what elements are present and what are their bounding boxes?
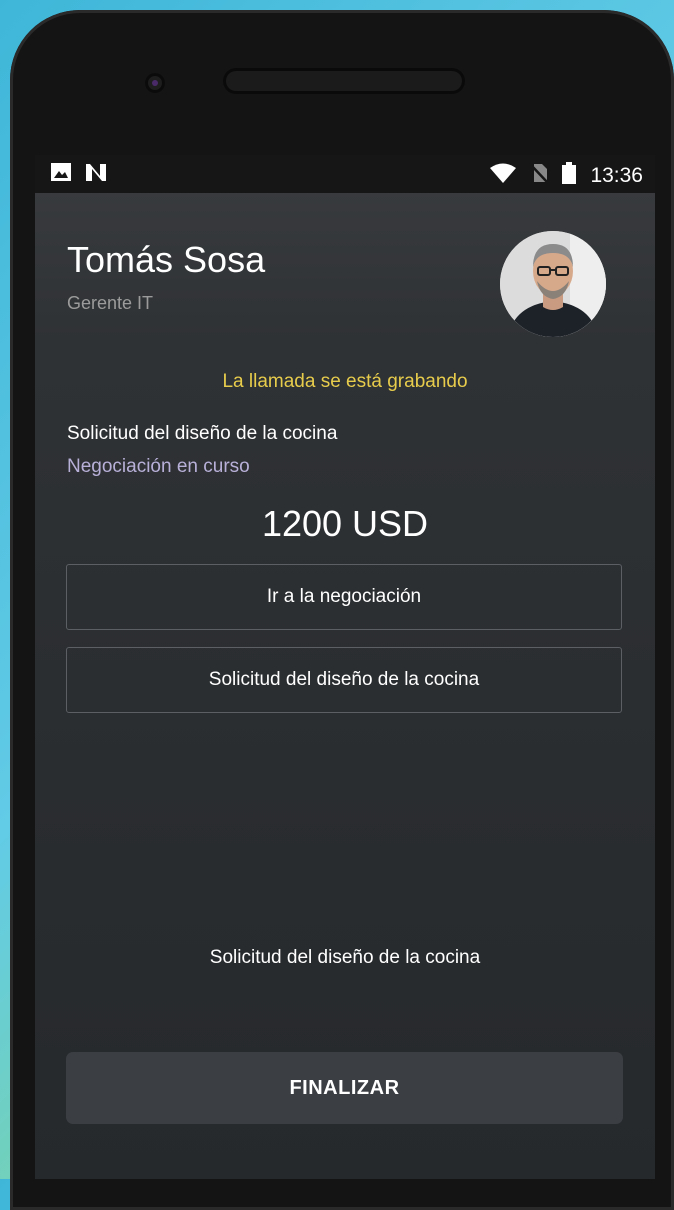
image-icon (51, 163, 71, 187)
avatar (500, 231, 606, 337)
deal-status: Negociación en curso (67, 456, 250, 477)
call-caption: Solicitud del diseño de la cocina (209, 947, 481, 968)
request-button[interactable]: Solicitud del diseño de la cocina (66, 647, 622, 713)
no-sim-icon (530, 163, 549, 189)
status-bar: 13:36 (35, 155, 655, 193)
screen: 13:36 Tomás Sosa Gerente IT La llamada s… (35, 155, 655, 1179)
wifi-icon (490, 163, 517, 189)
finish-button[interactable]: FINALIZAR (66, 1052, 623, 1124)
contact-role: Gerente IT (67, 293, 154, 313)
status-time: 13:36 (590, 164, 643, 187)
deal-title: Solicitud del diseño de la cocina (67, 423, 338, 444)
contact-name: Tomás Sosa (67, 239, 266, 280)
deal-amount: 1200 USD (261, 503, 429, 544)
n-icon (85, 163, 107, 187)
earpiece-speaker (223, 68, 465, 94)
front-camera (145, 73, 165, 93)
recording-notice: La llamada se está grabando (222, 371, 468, 392)
battery-icon (562, 162, 577, 190)
go-to-deal-button[interactable]: Ir a la negociación (66, 564, 622, 630)
